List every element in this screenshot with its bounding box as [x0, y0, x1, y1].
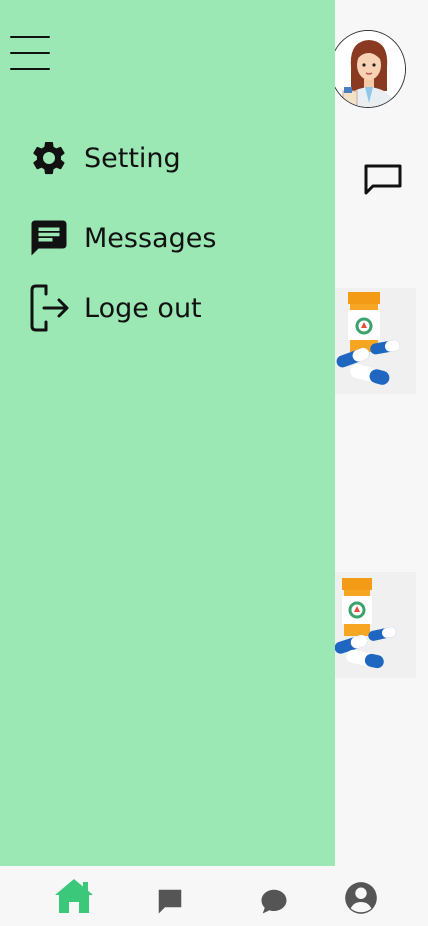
chat-bubble-icon — [261, 889, 287, 914]
menu-item-label: Messages — [84, 222, 217, 254]
medicine-card[interactable] — [332, 288, 416, 394]
menu-item-messages[interactable]: Messages — [28, 214, 216, 262]
avatar[interactable] — [330, 30, 406, 108]
message-icon — [28, 216, 70, 260]
message-square-icon — [158, 889, 182, 914]
nav-home-button[interactable] — [52, 876, 96, 916]
side-drawer: Setting Messages Loge out — [0, 0, 335, 866]
medicine-bottle-pills-image — [332, 288, 416, 394]
logout-icon — [28, 284, 70, 332]
hamburger-menu-icon[interactable] — [10, 36, 50, 72]
doctor-avatar-icon — [331, 31, 405, 107]
medicine-bottle-pills-image — [332, 572, 416, 678]
menu-item-label: Loge out — [84, 292, 202, 324]
nav-messages-button[interactable] — [152, 884, 188, 918]
nav-profile-button[interactable] — [337, 878, 385, 918]
bottom-navigation — [0, 866, 428, 926]
chat-outline-icon[interactable] — [363, 162, 403, 198]
gear-icon — [28, 136, 70, 180]
home-icon — [55, 879, 93, 913]
menu-item-label: Setting — [84, 142, 181, 174]
menu-item-logout[interactable]: Loge out — [28, 284, 202, 332]
medicine-card[interactable] — [332, 572, 416, 678]
nav-chat-button[interactable] — [256, 884, 292, 918]
menu-item-setting[interactable]: Setting — [28, 134, 181, 182]
profile-icon — [345, 882, 377, 914]
